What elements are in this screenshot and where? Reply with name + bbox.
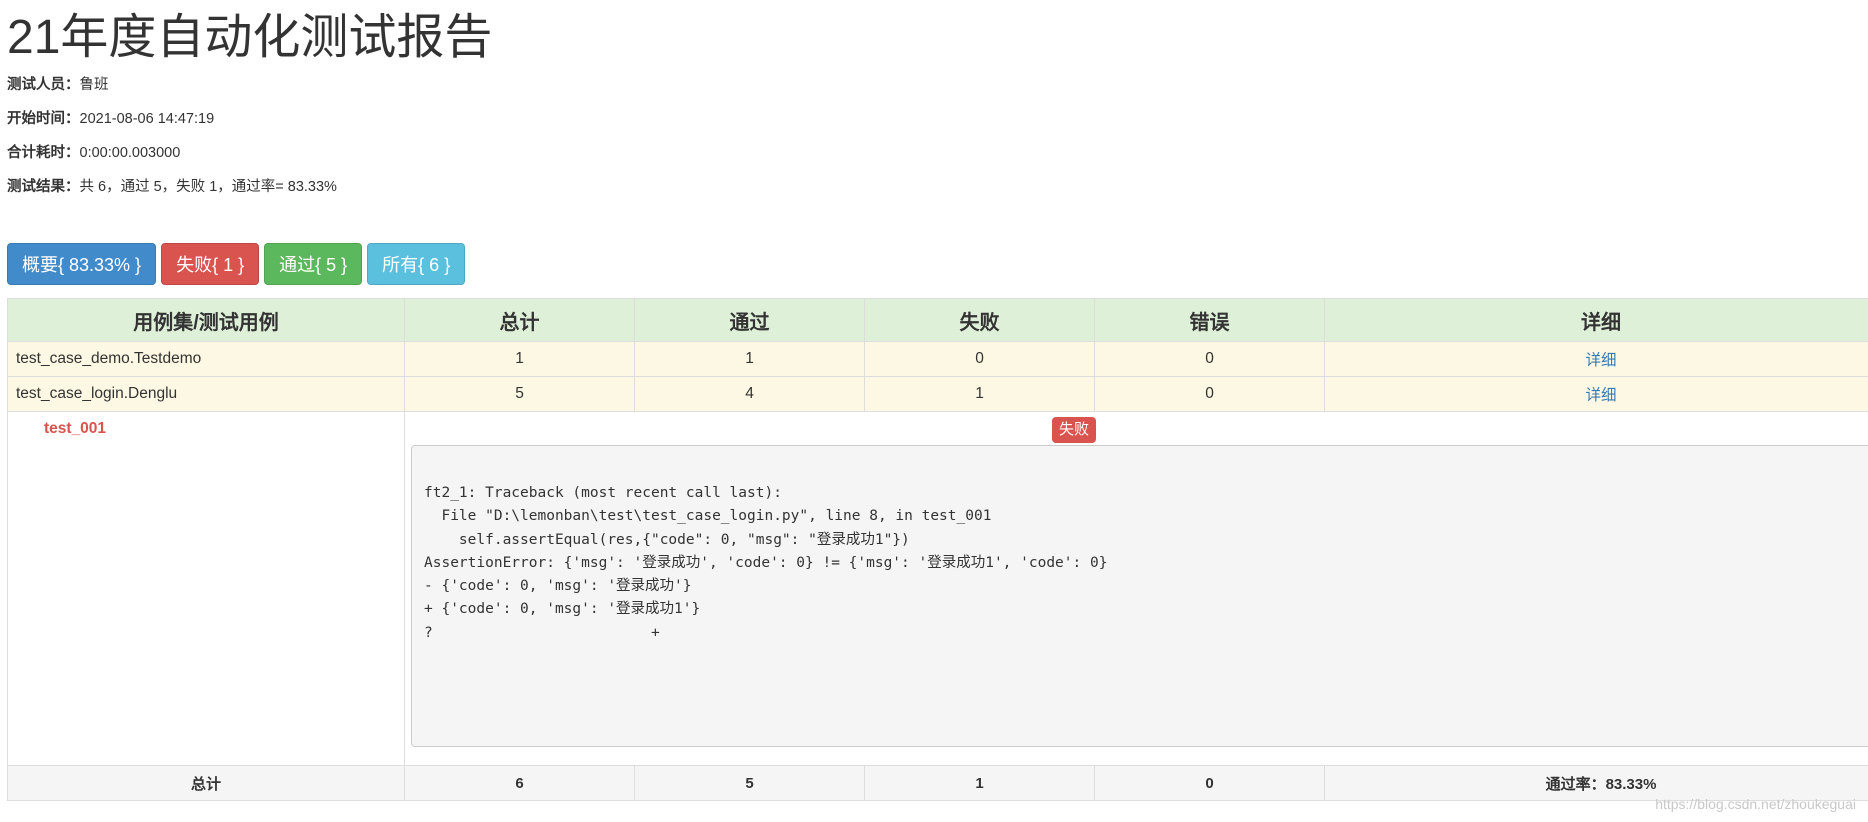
suite-fail: 0 (864, 341, 1095, 377)
result-line: 测试结果：共 6，通过 5，失败 1，通过率= 83.33% (7, 176, 1868, 198)
header-fail: 失败 (864, 298, 1095, 342)
start-time-label: 开始时间： (7, 111, 80, 127)
suite-name: test_case_demo.Testdemo (7, 341, 405, 377)
case-detail-cell: 失败 ft2_1: Traceback (most recent call la… (404, 411, 1868, 766)
header-total: 总计 (404, 298, 635, 342)
all-filter-button[interactable]: 所有{ 6 } (367, 243, 466, 285)
duration-value: 0:00:00.003000 (79, 145, 181, 161)
start-time-value: 2021-08-06 14:47:19 (79, 111, 215, 127)
case-name: test_001 (7, 411, 405, 766)
suite-name: test_case_login.Denglu (7, 376, 405, 412)
suite-pass: 4 (634, 376, 865, 412)
header-pass: 通过 (634, 298, 865, 342)
failed-filter-button[interactable]: 失败{ 1 } (161, 243, 260, 285)
header-suite: 用例集/测试用例 (7, 298, 405, 342)
tester-label: 测试人员： (7, 77, 80, 93)
header-error: 错误 (1094, 298, 1325, 342)
summary-button[interactable]: 概要{ 83.33% } (7, 243, 157, 285)
report-info: 测试人员：鲁班 开始时间：2021-08-06 14:47:19 合计耗时：0:… (7, 74, 1868, 198)
suite-error: 0 (1094, 376, 1325, 412)
case-row: test_001 失败 ft2_1: Traceback (most recen… (7, 411, 1868, 766)
totals-row: 总计 6 5 1 0 通过率：83.33% (7, 765, 1868, 801)
tester-line: 测试人员：鲁班 (7, 74, 1868, 96)
watermark: https://blog.csdn.net/zhoukeguai (1655, 796, 1856, 812)
duration-line: 合计耗时：0:00:00.003000 (7, 142, 1868, 164)
result-label: 测试结果： (7, 179, 80, 195)
result-table: 用例集/测试用例 总计 通过 失败 错误 详细 test_case_demo.T… (7, 298, 1868, 801)
suite-total: 1 (404, 341, 635, 377)
fail-status-badge[interactable]: 失败 (1052, 417, 1096, 443)
start-time-line: 开始时间：2021-08-06 14:47:19 (7, 108, 1868, 130)
suite-error: 0 (1094, 341, 1325, 377)
header-detail: 详细 (1324, 298, 1868, 342)
suite-pass: 1 (634, 341, 865, 377)
totals-pass: 5 (634, 765, 865, 801)
detail-link[interactable]: 详细 (1585, 387, 1616, 404)
duration-label: 合计耗时： (7, 145, 80, 161)
passed-filter-button[interactable]: 通过{ 5 } (264, 243, 363, 285)
totals-total: 6 (404, 765, 635, 801)
totals-label: 总计 (7, 765, 405, 801)
table-header-row: 用例集/测试用例 总计 通过 失败 错误 详细 (7, 298, 1868, 342)
filter-button-bar: 概要{ 83.33% } 失败{ 1 } 通过{ 5 } 所有{ 6 } (7, 243, 466, 285)
suite-detail-cell: 详细 (1324, 376, 1868, 412)
totals-error: 0 (1094, 765, 1325, 801)
traceback-output: ft2_1: Traceback (most recent call last)… (411, 445, 1868, 747)
table-row: test_case_demo.Testdemo 1 1 0 0 详细 (7, 341, 1868, 377)
detail-link[interactable]: 详细 (1585, 352, 1616, 369)
suite-fail: 1 (864, 376, 1095, 412)
tester-value: 鲁班 (79, 77, 109, 93)
report-page: 21年度自动化测试报告 测试人员：鲁班 开始时间：2021-08-06 14:4… (0, 0, 1868, 198)
page-title: 21年度自动化测试报告 (7, 11, 493, 64)
suite-detail-cell: 详细 (1324, 341, 1868, 377)
result-value: 共 6，通过 5，失败 1，通过率= 83.33% (79, 179, 337, 195)
table-row: test_case_login.Denglu 5 4 1 0 详细 (7, 376, 1868, 412)
suite-total: 5 (404, 376, 635, 412)
totals-fail: 1 (864, 765, 1095, 801)
